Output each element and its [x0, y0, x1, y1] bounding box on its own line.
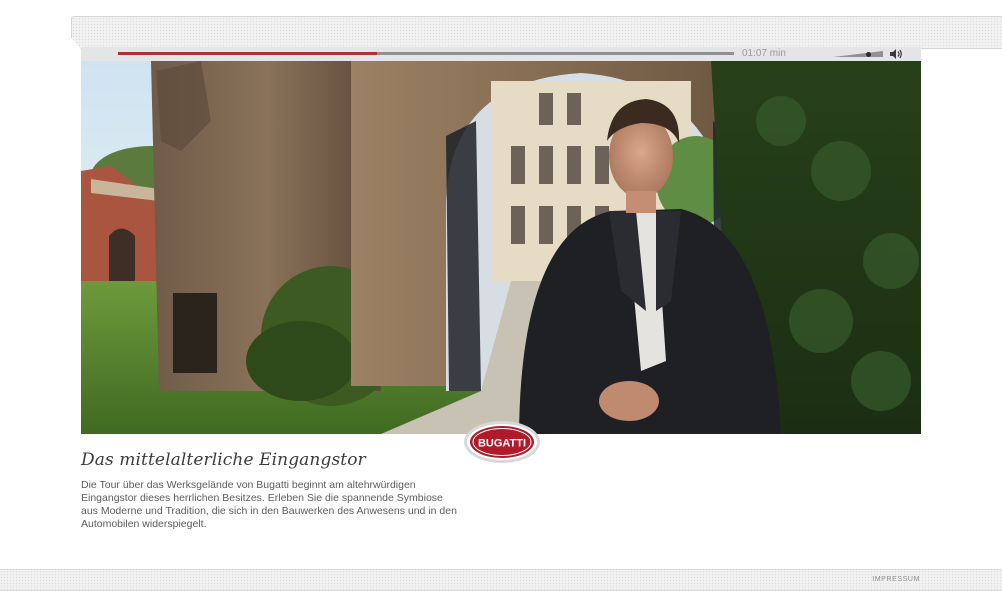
progress-fill [118, 52, 377, 55]
header-band [71, 16, 1002, 49]
volume-knob[interactable] [866, 52, 871, 57]
video-image [81, 61, 921, 434]
volume-slider[interactable] [833, 51, 883, 57]
progress-bar[interactable] [118, 52, 734, 55]
impressum-link[interactable]: IMPRESSUM [872, 576, 920, 583]
speaker-icon[interactable] [889, 48, 903, 60]
video-control-bar: 01:07 min [81, 47, 921, 61]
video-frame[interactable] [81, 61, 921, 434]
time-display: 01:07 min [742, 48, 786, 59]
footer-band: IMPRESSUM [0, 569, 1002, 591]
description-text: Die Tour über das Werksgelände von Bugat… [81, 479, 457, 530]
page-title: Das mittelalterliche Eingangstor [81, 450, 366, 470]
logo-text: BUGATTI [478, 438, 526, 450]
bugatti-logo: BUGATTI [464, 421, 540, 463]
